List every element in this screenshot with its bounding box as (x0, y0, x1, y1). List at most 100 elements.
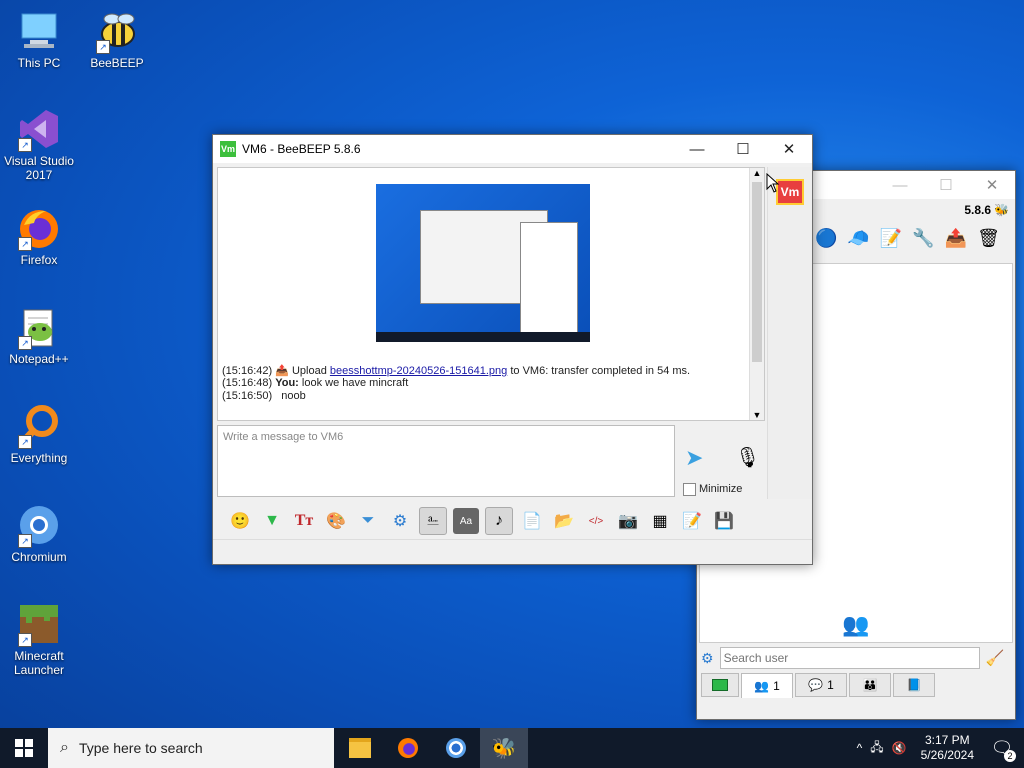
desktop-icon-notepadpp[interactable]: ↗ Notepad++ (0, 304, 78, 366)
filter-icon[interactable]: ⏷ (355, 508, 381, 534)
taskbar-beebeep[interactable]: 🐝 (480, 728, 528, 768)
chat-bubble-icon: 💬 (808, 678, 824, 692)
note-icon[interactable]: ♪ (485, 507, 513, 535)
desktop-icon-minecraft[interactable]: ↗ Minecraft Launcher (0, 601, 78, 677)
notification-center[interactable]: 🗨 2 (988, 734, 1016, 762)
settings-icon[interactable]: ⚙ (387, 508, 413, 534)
computer-icon (16, 8, 62, 54)
system-tray: ^ 🖧 🔇 3:17 PM 5/26/2024 🗨 2 (857, 733, 1024, 763)
microphone-icon[interactable]: 🎙 (735, 445, 760, 470)
search-placeholder: Type here to search (78, 740, 203, 756)
globe-icon[interactable]: 🔵 (815, 228, 837, 249)
desktop-icon-chromium[interactable]: ↗ Chromium (0, 502, 78, 564)
taskbar-chromium[interactable] (432, 728, 480, 768)
group-icon: 👪 (862, 678, 878, 692)
taskbar-search[interactable]: ⌕ Type here to search (48, 728, 334, 768)
taskbar-file-explorer[interactable] (336, 728, 384, 768)
close-button[interactable]: ✕ (766, 135, 812, 163)
emoticon-icon[interactable]: 🙂 (227, 508, 253, 534)
beebeep-chat-window[interactable]: Vm VM6 - BeeBEEP 5.8.6 — ☐ ✕ (15:16:42) … (212, 134, 813, 565)
taskbar-firefox[interactable] (384, 728, 432, 768)
chat-message: (15:16:50) noob (222, 390, 306, 402)
scroll-thumb[interactable] (752, 182, 762, 362)
desktop-icon-label: BeeBEEP (90, 56, 144, 70)
message-prefix: Upload (291, 365, 327, 377)
chat-scrollbar[interactable]: ▲ ▼ (749, 168, 764, 420)
bee-icon: ↗ (94, 8, 140, 54)
html-code-icon[interactable]: </> (583, 508, 609, 534)
scroll-down-arrow[interactable]: ▼ (750, 410, 764, 420)
tab-chats[interactable]: 💬 1 (795, 673, 847, 697)
start-button[interactable] (0, 728, 48, 768)
search-icon: ⌕ (60, 739, 69, 756)
search-user-input[interactable] (719, 647, 980, 669)
screenshot-icon[interactable]: ▦ (647, 508, 673, 534)
minimize-button[interactable]: — (674, 135, 720, 163)
tab-groups[interactable]: 👪 (849, 673, 891, 697)
shortcut-arrow-icon: ↗ (96, 40, 110, 54)
update-icon[interactable]: 📤 (945, 228, 967, 249)
message-input[interactable]: Write a message to VM6 (217, 425, 675, 497)
trash-icon[interactable]: 🗑 (977, 228, 1000, 249)
notepadpp-icon: ↗ (16, 304, 62, 350)
message-suffix: to VM6: transfer completed in 54 ms. (510, 365, 691, 377)
maximize-button[interactable]: ☐ (720, 135, 766, 163)
chromium-icon: ↗ (16, 502, 62, 548)
mouse-cursor (766, 172, 780, 196)
send-file-icon[interactable]: 📄 (519, 508, 545, 534)
color-palette-icon[interactable]: 🎨 (323, 508, 349, 534)
green-drop-icon[interactable]: ▼ (259, 508, 285, 534)
desktop-icon-label: Firefox (20, 253, 58, 267)
tab-users[interactable]: 👥 1 (741, 673, 793, 698)
volume-muted-icon[interactable]: 🔇 (892, 741, 907, 755)
chat-window-titlebar[interactable]: Vm VM6 - BeeBEEP 5.8.6 — ☐ ✕ (213, 135, 812, 163)
send-folder-icon[interactable]: 📂 (551, 508, 577, 534)
close-button[interactable]: ✕ (969, 171, 1015, 199)
status-bar (213, 539, 812, 564)
chat-history[interactable]: (15:16:42) 📤 Upload beesshottmp-20240526… (217, 167, 765, 421)
webcam-icon[interactable]: 📷 (615, 508, 641, 534)
tab-home[interactable] (701, 673, 739, 697)
firefox-icon: ↗ (16, 205, 62, 251)
minimize-checkbox[interactable] (683, 483, 696, 496)
tab-shares[interactable]: 📘 (893, 673, 935, 697)
clock[interactable]: 3:17 PM 5/26/2024 (921, 733, 974, 763)
maximize-button[interactable]: ☐ (923, 171, 969, 199)
windows-logo-icon (15, 739, 33, 757)
edit-icon[interactable]: 📝 (880, 228, 902, 249)
minimize-button[interactable]: — (877, 171, 923, 199)
desktop-icon-this-pc[interactable]: This PC (0, 8, 78, 70)
chromium-icon (446, 738, 466, 758)
message-text: noob (281, 390, 306, 402)
screenshot-thumbnail[interactable] (376, 184, 590, 342)
chevron-up-icon[interactable]: ^ (857, 741, 863, 755)
chat-toolbar: 🙂 ▼ Tт 🎨 ⏷ ⚙ ⎁ Aa ♪ 📄 📂 </> 📷 ▦ 📝 💾 (217, 503, 811, 539)
users-icon: 👥 (754, 679, 770, 693)
chats-count: 1 (827, 678, 834, 692)
window-title: VM6 - BeeBEEP 5.8.6 (242, 142, 361, 156)
compact-icon[interactable]: ⎁ (419, 507, 447, 535)
shortcut-arrow-icon: ↗ (18, 435, 32, 449)
network-icon[interactable]: 🖧 (870, 738, 883, 759)
desktop-icon-label: This PC (17, 56, 61, 70)
scroll-up-arrow[interactable]: ▲ (750, 168, 764, 178)
desktop-icon-everything[interactable]: ↗ Everything (0, 403, 78, 465)
hat-icon[interactable]: 🧢 (847, 228, 869, 249)
broom-icon[interactable]: 🧹 (986, 649, 1005, 667)
side-strip: Vm (767, 167, 812, 499)
file-link[interactable]: beesshottmp-20240526-151641.png (330, 365, 507, 377)
desktop-icon-visual-studio[interactable]: ↗ Visual Studio 2017 (0, 106, 78, 182)
send-icon[interactable]: ➤ (685, 445, 703, 471)
notepad-icon[interactable]: 📝 (679, 508, 705, 534)
desktop-icon-firefox[interactable]: ↗ Firefox (0, 205, 78, 267)
shortcut-arrow-icon: ↗ (18, 633, 32, 647)
desktop-icon-beebeep[interactable]: ↗ BeeBEEP (78, 8, 156, 70)
tools-icon[interactable]: 🔧 (912, 228, 934, 249)
upload-icon: 📤 (275, 365, 289, 377)
text-style-icon[interactable]: Aa (453, 508, 479, 534)
save-chat-icon[interactable]: 💾 (711, 508, 737, 534)
vm-badge[interactable]: Vm (776, 179, 804, 205)
send-area: ➤ 🎙 Minimize (679, 427, 765, 497)
gear-icon[interactable]: ⚙ (701, 650, 714, 667)
font-icon[interactable]: Tт (291, 508, 317, 534)
